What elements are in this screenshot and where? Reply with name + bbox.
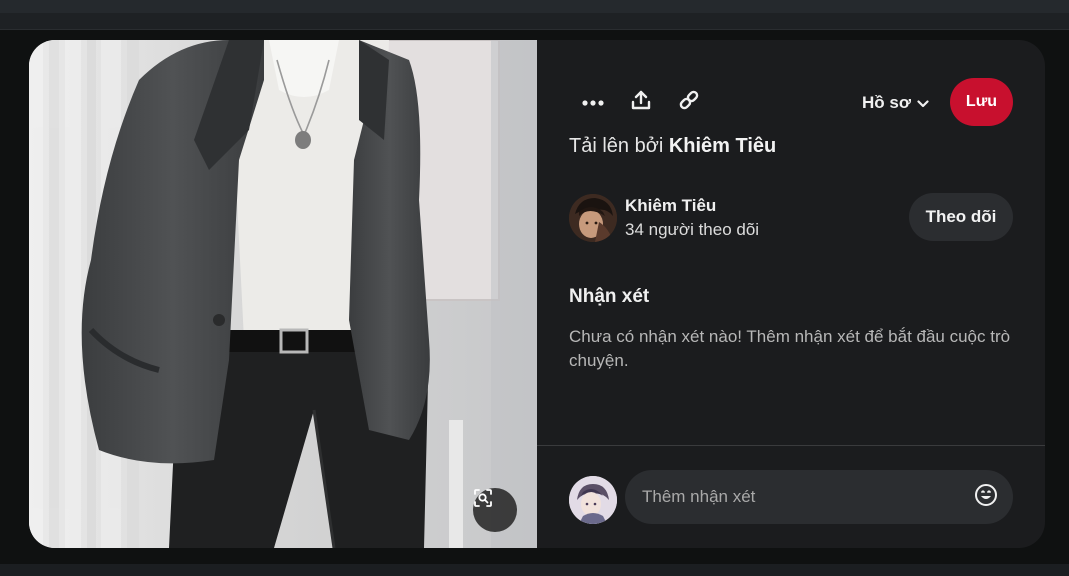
comment-section-divider — [537, 445, 1045, 446]
pin-details-panel: Hồ sơ Lưu Tải lên bởi Khiêm Tiêu Khiêm T… — [537, 40, 1045, 548]
pin-closeup-card: Hồ sơ Lưu Tải lên bởi Khiêm Tiêu Khiêm T… — [29, 40, 1045, 548]
save-button[interactable]: Lưu — [950, 78, 1013, 126]
more-options-button[interactable] — [579, 88, 607, 116]
bottom-edge-bar — [0, 564, 1069, 576]
profile-board-dropdown[interactable]: Hồ sơ — [862, 90, 929, 116]
current-user-avatar — [569, 476, 617, 524]
link-icon — [678, 89, 700, 116]
emoji-picker-button[interactable] — [973, 483, 999, 512]
comments-empty-message: Chưa có nhận xét nào! Thêm nhận xét để b… — [569, 327, 1011, 370]
pin-image[interactable] — [29, 40, 537, 548]
share-upload-icon — [630, 89, 652, 116]
uploader-name[interactable]: Khiêm Tiêu — [669, 135, 776, 157]
smiley-icon — [974, 483, 998, 512]
pin-image-illustration — [29, 40, 537, 548]
visual-search-button[interactable] — [473, 488, 517, 532]
comment-input[interactable] — [642, 470, 962, 524]
copy-link-button[interactable] — [675, 88, 703, 116]
ellipsis-icon — [582, 93, 604, 111]
top-header-bar — [0, 0, 1069, 30]
follow-button[interactable]: Theo dõi — [909, 193, 1013, 241]
uploaded-by-text: Tải lên bởi Khiêm Tiêu — [569, 135, 776, 158]
share-button[interactable] — [627, 88, 655, 116]
chevron-down-icon — [917, 93, 929, 113]
owner-name[interactable]: Khiêm Tiêu — [625, 196, 716, 216]
profile-dropdown-label: Hồ sơ — [862, 93, 911, 112]
owner-avatar[interactable] — [569, 194, 617, 242]
comment-composer — [625, 470, 1013, 524]
top-header-strip — [0, 0, 1069, 13]
follower-count: 34 người theo dõi — [625, 220, 760, 239]
uploaded-by-prefix: Tải lên bởi — [569, 135, 664, 157]
comments-heading: Nhận xét — [569, 286, 650, 307]
